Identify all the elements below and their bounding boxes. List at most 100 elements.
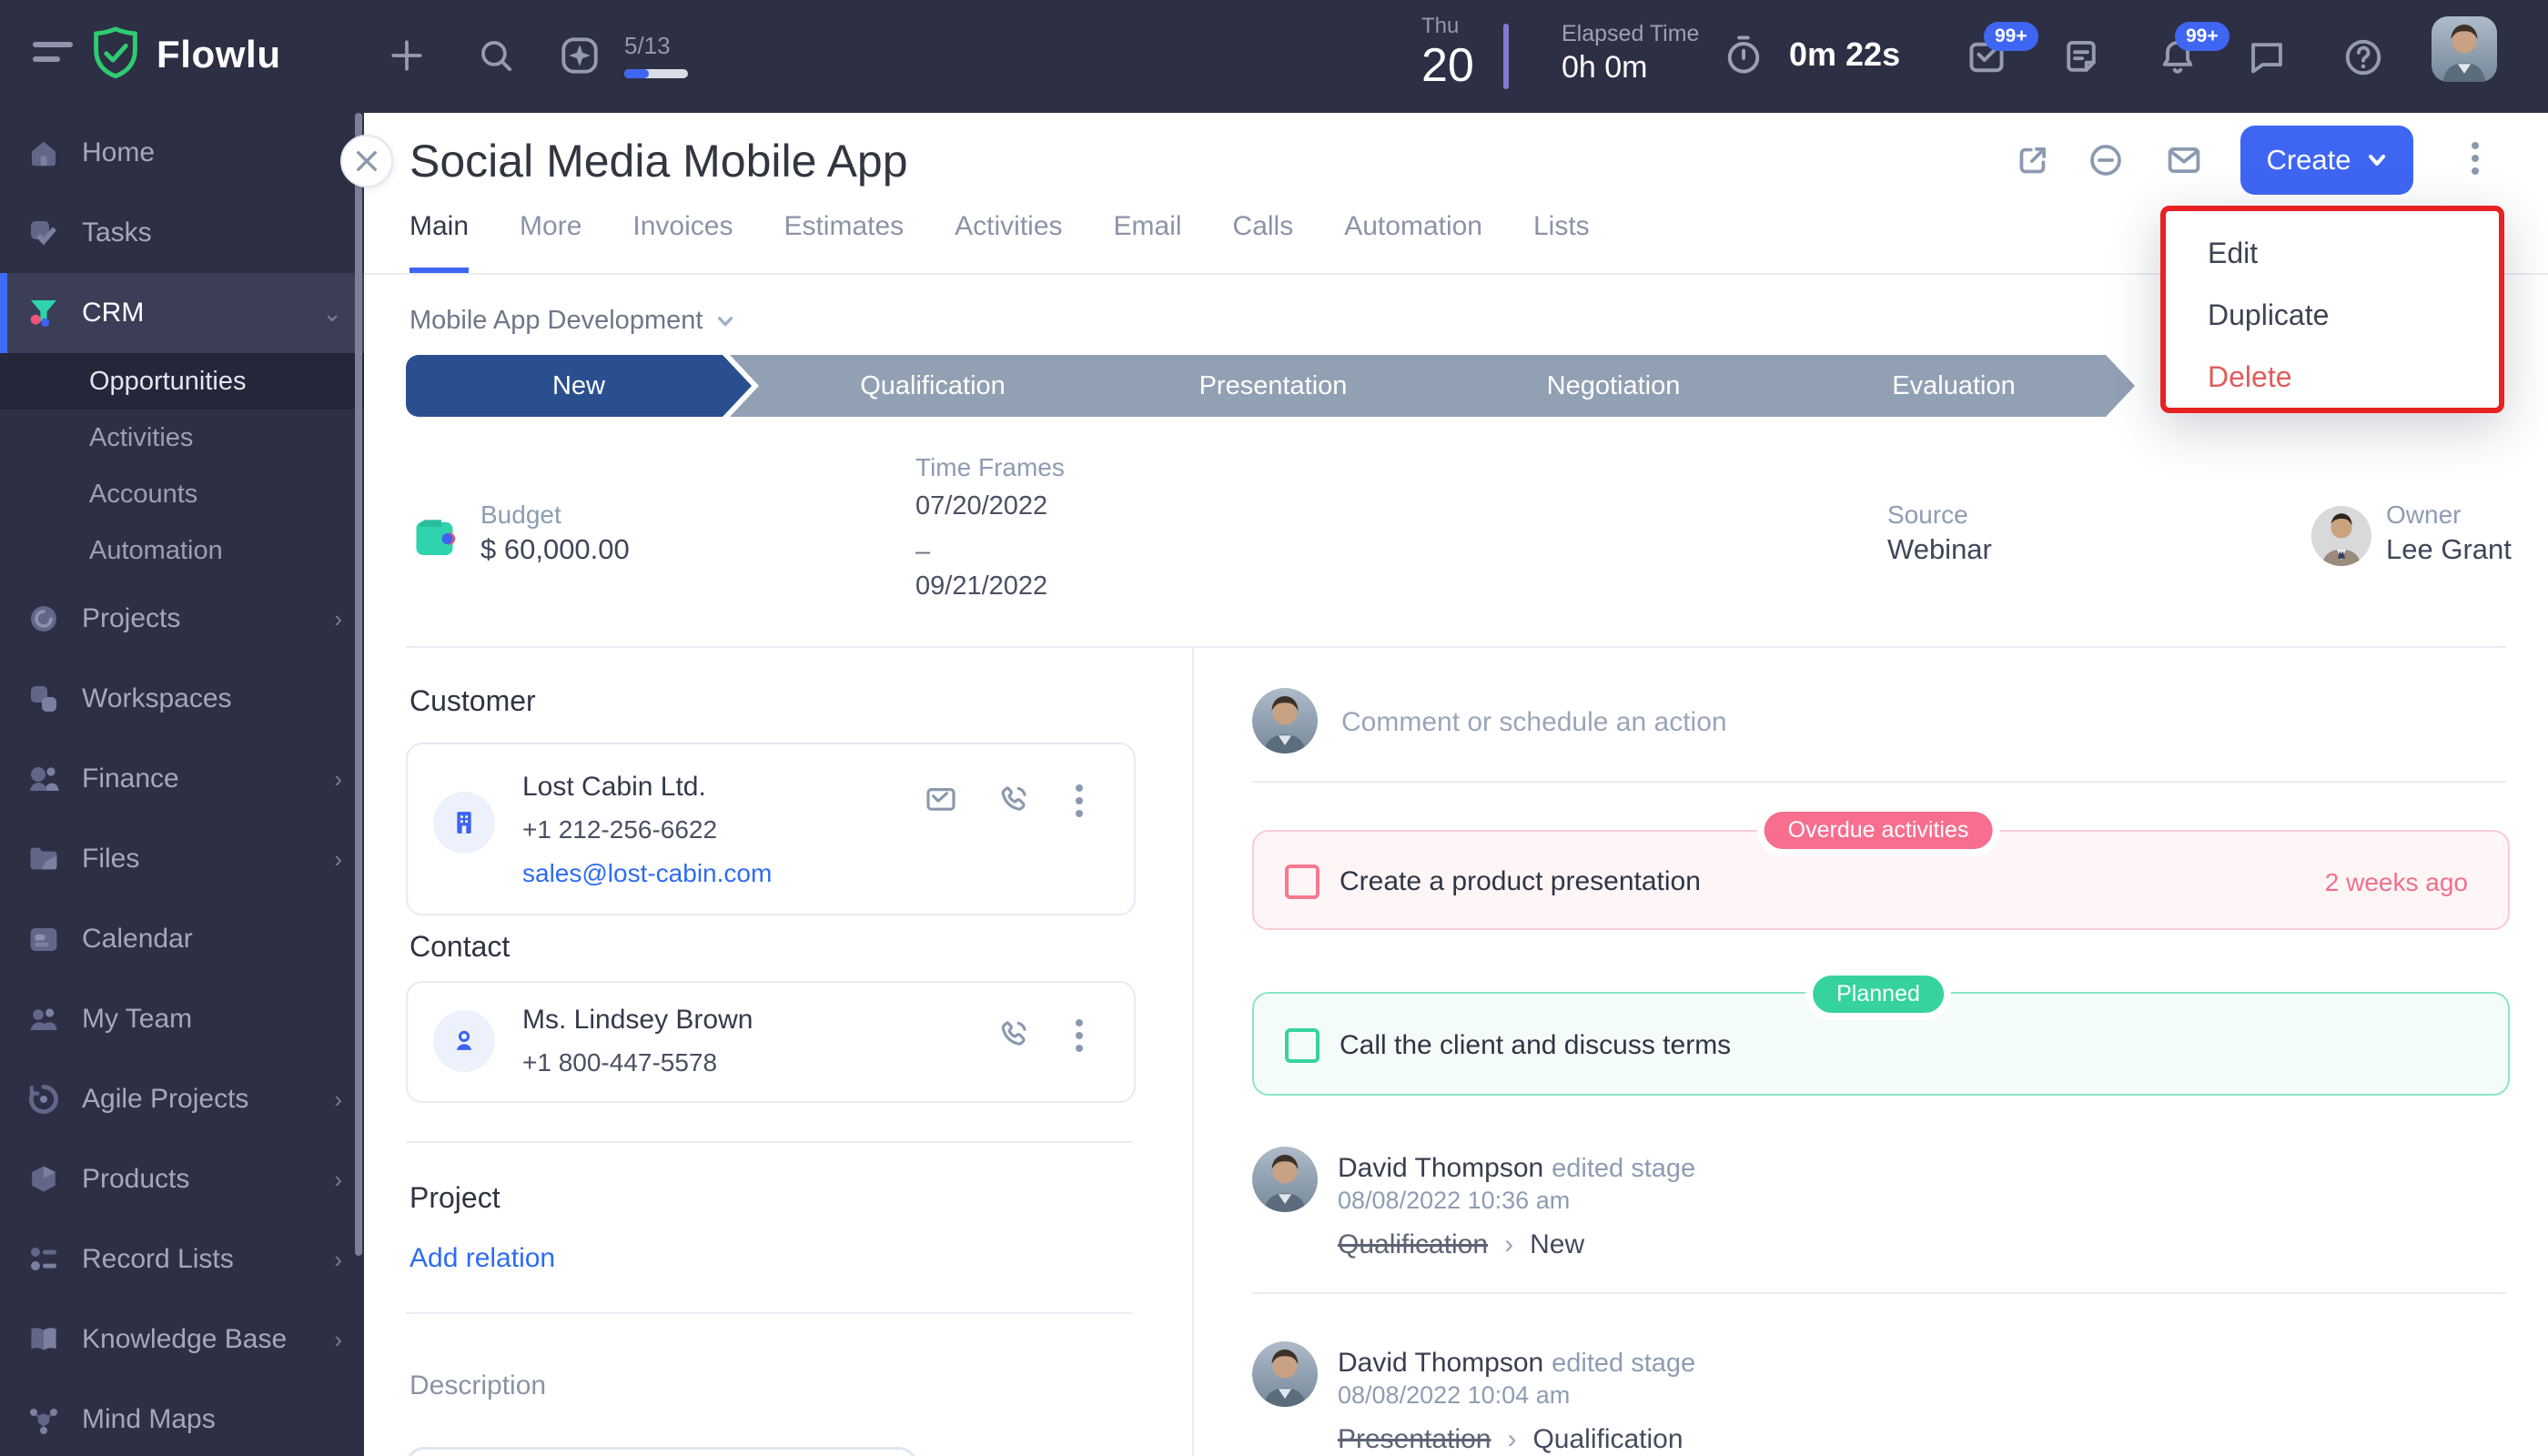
email-icon[interactable] [2164,140,2204,180]
feed-action: edited stage [1552,1154,1695,1183]
chat-icon[interactable] [2246,36,2286,76]
customer-kebab-icon[interactable] [1076,784,1083,817]
customer-company-name[interactable]: Lost Cabin Ltd. [522,772,706,803]
sidebar-item-files[interactable]: Files› [0,819,364,899]
page-title: Social Media Mobile App [410,135,908,187]
start-date: 07/20/2022 [915,486,1047,526]
chevron-down-icon: ⌄ [322,299,342,328]
sidebar-item-home[interactable]: Home [0,113,364,193]
chevron-right-icon: › [334,1326,342,1354]
customer-email-link[interactable]: sales@lost-cabin.com [522,859,772,888]
divider [1252,1292,2506,1294]
comment-input[interactable] [1338,699,2473,746]
sidebar-item-mind-maps[interactable]: Mind Maps [0,1380,364,1456]
tab-more[interactable]: More [520,211,581,273]
call-phone-icon[interactable] [996,781,1032,817]
stage-qualification[interactable]: Qualification [730,355,1114,417]
sidebar-item-knowledge-base[interactable]: Knowledge Base› [0,1299,364,1380]
timer-value: 0m 22s [1789,35,1900,74]
stage-evaluation[interactable]: Evaluation [1751,355,2135,417]
description-label: Description [410,1370,546,1401]
notifications-bell-icon[interactable]: 99+ [2157,36,2197,76]
planned-task-title[interactable]: Call the client and discuss terms [1340,1030,1731,1061]
sidebar-scrollbar[interactable] [355,113,362,1256]
close-icon [355,149,379,173]
chevron-right-icon: › [1507,1424,1516,1454]
copy-link-icon[interactable] [2086,140,2126,180]
feed-user-name[interactable]: David Thompson [1338,1153,1543,1183]
search-icon[interactable] [477,36,515,75]
tab-invoices[interactable]: Invoices [632,211,733,273]
more-options-kebab-icon[interactable] [2472,142,2479,175]
tab-calls[interactable]: Calls [1233,211,1294,273]
elapsed-time[interactable]: Elapsed Time 0h 0m [1562,20,1699,87]
pipeline-selector[interactable]: Mobile App Development [410,306,735,336]
contact-name[interactable]: Ms. Lindsey Brown [522,1005,753,1036]
stage-negotiation[interactable]: Negotiation [1410,355,1795,417]
tab-lists[interactable]: Lists [1533,211,1590,273]
task-checkbox[interactable] [1285,864,1320,899]
tab-automation[interactable]: Automation [1344,211,1482,273]
onboarding-progress[interactable]: 5/13 [557,33,688,78]
contact-heading: Contact [410,930,510,964]
stage-new[interactable]: New [406,355,752,417]
description-input[interactable] [406,1447,917,1456]
stage-change-from: Presentation [1338,1424,1491,1454]
owner-value: Lee Grant [2386,533,2512,566]
sidebar-item-crm[interactable]: CRM ⌄ [0,273,364,353]
calendar-date[interactable]: Thu 20 [1421,15,1474,93]
chevron-right-icon: › [334,845,342,874]
tab-estimates[interactable]: Estimates [784,211,904,273]
sidebar-item-accounts[interactable]: Accounts [0,466,364,522]
create-button[interactable]: Create [2240,126,2413,195]
stopwatch-icon [1722,33,1765,76]
timer[interactable]: 0m 22s [1722,33,1900,76]
sidebar-item-opportunities[interactable]: Opportunities [0,353,364,410]
tab-activities[interactable]: Activities [955,211,1062,273]
customer-heading: Customer [410,684,536,718]
open-in-new-icon[interactable] [2013,140,2053,180]
source-label: Source [1887,500,1968,530]
tab-main[interactable]: Main [410,211,469,273]
context-menu: Edit Duplicate Delete [2160,206,2504,413]
sidebar-item-workspaces[interactable]: Workspaces [0,659,364,739]
owner-avatar[interactable] [2311,506,2371,566]
sidebar-item-record-lists[interactable]: Record Lists› [0,1219,364,1299]
add-relation-link[interactable]: Add relation [410,1243,555,1274]
sidebar-item-projects[interactable]: Projects› [0,579,364,659]
call-phone-icon[interactable] [996,1016,1032,1052]
notes-icon[interactable] [2060,36,2100,76]
stage-presentation[interactable]: Presentation [1070,355,1454,417]
sidebar-item-tasks[interactable]: Tasks [0,193,364,273]
sidebar-item-my-team[interactable]: My Team [0,979,364,1059]
budget-label: Budget [480,500,561,530]
task-checkbox[interactable] [1285,1028,1320,1063]
menu-item-duplicate[interactable]: Duplicate [2166,284,2499,346]
overdue-task-title[interactable]: Create a product presentation [1340,866,1701,897]
sidebar-item-calendar[interactable]: Calendar [0,899,364,979]
sidebar-item-finance[interactable]: Finance› [0,739,364,819]
add-icon[interactable] [388,36,426,75]
close-panel-button[interactable] [340,135,393,187]
sidebar-item-automation[interactable]: Automation [0,522,364,579]
menu-item-delete[interactable]: Delete [2166,346,2499,408]
inbox-icon[interactable]: 99+ [1966,36,2006,76]
feed-user-name[interactable]: David Thompson [1338,1348,1543,1378]
chevron-right-icon: › [334,1086,342,1114]
time-frames-label: Time Frames [915,453,1065,482]
sidebar-item-agile-projects[interactable]: Agile Projects› [0,1059,364,1139]
date-weekday: Thu [1421,15,1474,38]
tab-email[interactable]: Email [1114,211,1182,273]
sidebar-item-activities[interactable]: Activities [0,410,364,466]
overdue-task-time: 2 weeks ago [2325,868,2468,897]
send-email-icon[interactable] [923,781,959,817]
feed-action: edited stage [1552,1349,1695,1378]
contact-kebab-icon[interactable] [1076,1019,1083,1052]
column-divider [1192,646,1194,1456]
menu-item-edit[interactable]: Edit [2166,222,2499,284]
help-icon[interactable] [2342,36,2382,76]
sidebar-item-products[interactable]: Products› [0,1139,364,1219]
user-avatar[interactable] [2432,16,2497,82]
app-logo[interactable]: Flowlu [91,25,281,84]
hamburger-menu-icon[interactable] [33,42,73,71]
